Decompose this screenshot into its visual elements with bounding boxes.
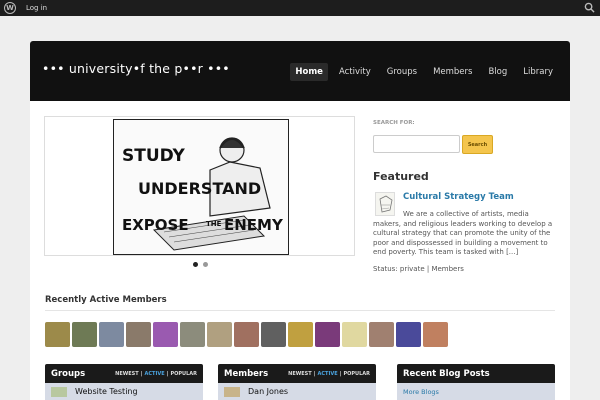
main-content: STUDY UNDERSTAND EXPOSE THE ENEMY SEARCH… bbox=[30, 101, 570, 400]
nav-activity[interactable]: Activity bbox=[334, 63, 376, 81]
groups-filters: NEWEST | ACTIVE | POPULAR bbox=[115, 371, 197, 377]
featured-status: Status: private | Members bbox=[373, 265, 464, 273]
member-avatar[interactable] bbox=[234, 322, 259, 347]
filter-newest[interactable]: NEWEST bbox=[115, 371, 139, 377]
member-avatar[interactable] bbox=[72, 322, 97, 347]
member-avatars bbox=[45, 322, 448, 347]
featured-group-link[interactable]: Cultural Strategy Team bbox=[403, 192, 514, 202]
member-item-link[interactable]: Dan Jones bbox=[248, 387, 288, 396]
filter-active[interactable]: ACTIVE bbox=[318, 371, 338, 377]
login-link[interactable]: Log in bbox=[26, 4, 47, 12]
slider-dot-2[interactable] bbox=[203, 262, 208, 267]
member-avatar[interactable] bbox=[315, 322, 340, 347]
members-filters: NEWEST | ACTIVE | POPULAR bbox=[288, 371, 370, 377]
blog-widget-body: More Blogs bbox=[397, 383, 555, 400]
search-icon[interactable] bbox=[584, 2, 595, 13]
wordpress-logo-icon[interactable]: W bbox=[4, 2, 16, 14]
member-avatar[interactable] bbox=[261, 322, 286, 347]
nav-groups[interactable]: Groups bbox=[382, 63, 422, 81]
search-label: SEARCH FOR: bbox=[373, 120, 415, 126]
member-avatar[interactable] bbox=[288, 322, 313, 347]
filter-separator: | bbox=[313, 370, 316, 377]
filter-separator: | bbox=[166, 370, 169, 377]
site-header: ••• university•f the p••r ••• Home Activ… bbox=[30, 41, 570, 101]
section-divider bbox=[45, 310, 555, 311]
member-avatar[interactable] bbox=[180, 322, 205, 347]
member-avatar[interactable] bbox=[423, 322, 448, 347]
blog-widget: Recent Blog Posts More Blogs bbox=[397, 364, 555, 400]
poster-text-the: THE bbox=[206, 220, 222, 228]
nav-blog[interactable]: Blog bbox=[483, 63, 512, 81]
member-avatar[interactable] bbox=[369, 322, 394, 347]
groups-widget-title: Groups bbox=[51, 368, 86, 379]
member-avatar[interactable] bbox=[45, 322, 70, 347]
image-slider[interactable]: STUDY UNDERSTAND EXPOSE THE ENEMY bbox=[44, 116, 355, 256]
search-input[interactable] bbox=[373, 135, 460, 153]
member-avatar[interactable] bbox=[126, 322, 151, 347]
members-widget-header: Members NEWEST | ACTIVE | POPULAR bbox=[218, 364, 376, 383]
nav-members[interactable]: Members bbox=[428, 63, 477, 81]
blog-widget-header: Recent Blog Posts bbox=[397, 364, 555, 383]
filter-separator: | bbox=[339, 370, 342, 377]
site-logo[interactable]: ••• university•f the p••r ••• bbox=[42, 61, 230, 76]
groups-widget: Groups NEWEST | ACTIVE | POPULAR Website… bbox=[45, 364, 203, 400]
recently-active-members-title: Recently Active Members bbox=[45, 295, 167, 305]
featured-description: We are a collective of artists, media ma… bbox=[373, 210, 553, 256]
group-thumbnail[interactable] bbox=[51, 386, 67, 397]
slider-dots bbox=[193, 262, 208, 267]
poster-text-understand: UNDERSTAND bbox=[138, 179, 262, 198]
groups-widget-header: Groups NEWEST | ACTIVE | POPULAR bbox=[45, 364, 203, 383]
members-widget-title: Members bbox=[224, 368, 269, 379]
member-avatar[interactable] bbox=[99, 322, 124, 347]
member-thumbnail[interactable] bbox=[224, 386, 240, 397]
featured-heading: Featured bbox=[373, 170, 429, 183]
member-avatar[interactable] bbox=[153, 322, 178, 347]
nav-home[interactable]: Home bbox=[290, 63, 328, 81]
filter-popular[interactable]: POPULAR bbox=[343, 371, 370, 377]
admin-bar: W Log in bbox=[0, 0, 600, 16]
more-blogs-link[interactable]: More Blogs bbox=[403, 388, 439, 396]
main-nav: Home Activity Groups Members Blog Librar… bbox=[284, 63, 558, 81]
slider-dot-1[interactable] bbox=[193, 262, 198, 267]
member-avatar[interactable] bbox=[396, 322, 421, 347]
members-widget-body: Dan Jones bbox=[218, 383, 376, 400]
member-avatar[interactable] bbox=[207, 322, 232, 347]
member-avatar[interactable] bbox=[342, 322, 367, 347]
nav-library[interactable]: Library bbox=[518, 63, 558, 81]
filter-separator: | bbox=[140, 370, 143, 377]
filter-popular[interactable]: POPULAR bbox=[170, 371, 197, 377]
poster-text-study: STUDY bbox=[122, 146, 185, 166]
poster-text-enemy: ENEMY bbox=[224, 216, 283, 234]
poster-text-expose: EXPOSE bbox=[122, 216, 189, 234]
filter-newest[interactable]: NEWEST bbox=[288, 371, 312, 377]
search-button[interactable]: Search bbox=[462, 135, 493, 154]
blog-widget-title: Recent Blog Posts bbox=[403, 368, 490, 379]
members-widget: Members NEWEST | ACTIVE | POPULAR Dan Jo… bbox=[218, 364, 376, 400]
filter-active[interactable]: ACTIVE bbox=[145, 371, 165, 377]
slider-poster: STUDY UNDERSTAND EXPOSE THE ENEMY bbox=[113, 119, 289, 255]
group-item-link[interactable]: Website Testing bbox=[75, 387, 138, 396]
groups-widget-body: Website Testing bbox=[45, 383, 203, 400]
